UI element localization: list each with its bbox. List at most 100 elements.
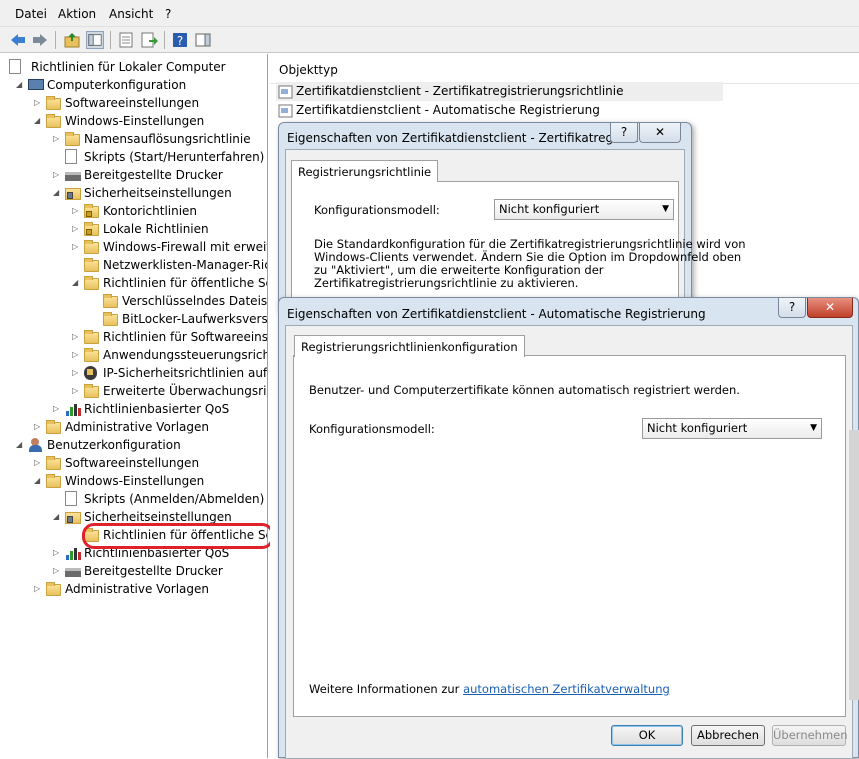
tree-item[interactable]: Skripts (Anmelden/Abmelden) xyxy=(0,490,267,508)
tree-item-label: Skripts (Start/Herunterfahren) xyxy=(84,150,265,164)
tree-item[interactable]: ◢ Windows-Einstellungen xyxy=(0,472,267,490)
folder-icon xyxy=(103,294,118,308)
show-tree-icon[interactable] xyxy=(86,31,104,49)
tree-item[interactable]: ▷ Windows-Firewall mit erweiter xyxy=(0,238,268,256)
collapsed-arrow-icon[interactable]: ▷ xyxy=(53,166,63,184)
printer-icon xyxy=(65,568,81,577)
action-pane-icon[interactable] xyxy=(194,31,212,49)
tree-item[interactable]: ◢ Windows-Einstellungen xyxy=(0,112,267,130)
forward-arrow-icon[interactable] xyxy=(31,31,49,49)
tree-item[interactable]: ▷ Administrative Vorlagen xyxy=(0,418,267,436)
collapsed-arrow-icon[interactable]: ▷ xyxy=(72,202,82,220)
tree-item[interactable]: ▷ IP-Sicherheitsrichtlinien auf Lc xyxy=(0,364,267,382)
tree-item-label: Windows-Einstellungen xyxy=(65,474,205,488)
tree-item-label: Anwendungssteuerungsrichtli xyxy=(103,348,268,362)
scrollbar[interactable] xyxy=(849,430,859,700)
collapsed-arrow-icon[interactable]: ▷ xyxy=(34,580,44,598)
tree-item[interactable]: ▷ Richtlinien für Softwareeinschi xyxy=(0,328,268,346)
tree-item-label: Netzwerklisten-Manager-Richt xyxy=(103,258,268,272)
help-icon[interactable]: ? xyxy=(171,31,189,49)
folder-icon xyxy=(46,456,61,470)
tree-item[interactable]: ▷ Bereitgestellte Drucker xyxy=(0,166,267,184)
qos-chart-icon xyxy=(65,402,81,416)
more-info-text: Weitere Informationen zur automatischen … xyxy=(309,682,670,696)
expanded-arrow-icon[interactable]: ◢ xyxy=(16,76,26,94)
menu-datei[interactable]: Datei xyxy=(15,7,47,21)
certificate-policy-icon xyxy=(278,85,293,99)
locked-folder-icon xyxy=(84,222,99,236)
tree-item-label: Richtlinien für Softwareeinschi xyxy=(103,330,268,344)
collapsed-arrow-icon[interactable]: ▷ xyxy=(34,454,44,472)
list-item[interactable]: Zertifikatdienstclient - Automatische Re… xyxy=(276,101,723,120)
expanded-arrow-icon[interactable]: ◢ xyxy=(72,274,82,292)
list-item[interactable]: Zertifikatdienstclient - Zertifikatregis… xyxy=(276,82,723,101)
menu-help[interactable]: ? xyxy=(165,7,171,21)
tab-registrierungsrichtlinie[interactable]: Registrierungsrichtlinie xyxy=(291,160,439,182)
dialog-auto-enrollment: Eigenschaften von Zertifikatdienstclient… xyxy=(278,297,859,759)
expanded-arrow-icon[interactable]: ◢ xyxy=(53,184,63,202)
expanded-arrow-icon[interactable]: ◢ xyxy=(16,436,26,454)
collapsed-arrow-icon[interactable]: ▷ xyxy=(53,400,63,418)
description-line: Windows-Clients verwendet. Ändern Sie di… xyxy=(314,250,742,264)
tree-item[interactable]: ▷ Bereitgestellte Drucker xyxy=(0,562,267,580)
cancel-button[interactable]: Abbrechen xyxy=(691,725,765,746)
tree-item[interactable]: Skripts (Start/Herunterfahren) xyxy=(0,148,267,166)
tree-item[interactable]: ▷ Richtlinienbasierter QoS xyxy=(0,400,267,418)
help-button[interactable]: ? xyxy=(610,123,638,143)
tree-item[interactable]: ▷ Lokale Richtlinien xyxy=(0,220,267,238)
ipsec-icon xyxy=(84,366,97,380)
tree-item[interactable]: ◢ Benutzerkonfiguration xyxy=(0,436,267,454)
tree-item-label: Skripts (Anmelden/Abmelden) xyxy=(84,492,265,506)
tree-item[interactable]: BitLocker-Laufwerksversch xyxy=(0,310,267,328)
tree-item[interactable]: ▷ Administrative Vorlagen xyxy=(0,580,267,598)
collapsed-arrow-icon[interactable]: ▷ xyxy=(72,346,82,364)
tree-item[interactable]: ◢ Sicherheitseinstellungen xyxy=(0,184,267,202)
collapsed-arrow-icon[interactable]: ▷ xyxy=(34,94,44,112)
collapsed-arrow-icon[interactable]: ▷ xyxy=(72,238,82,256)
tab-registrierungsrichtlinienkonfiguration[interactable]: Registrierungsrichtlinienkonfiguration xyxy=(294,335,525,357)
expanded-arrow-icon[interactable]: ◢ xyxy=(34,472,44,490)
up-folder-icon[interactable] xyxy=(63,31,81,49)
expanded-arrow-icon[interactable]: ◢ xyxy=(34,112,44,130)
export-list-icon[interactable] xyxy=(140,31,158,49)
back-arrow-icon[interactable] xyxy=(9,31,27,49)
tree-item-label: Richtlinien für Lokaler Computer xyxy=(31,60,226,74)
tree-item[interactable]: ◢ Richtlinien für öffentliche Schl xyxy=(0,274,267,292)
model-select[interactable]: Nicht konfiguriert ▼ xyxy=(642,418,822,439)
close-button[interactable]: ✕ xyxy=(639,123,681,143)
expanded-arrow-icon[interactable]: ◢ xyxy=(53,508,63,526)
close-button[interactable]: ✕ xyxy=(807,298,853,318)
tree-item[interactable]: ▷ Erweiterte Überwachungsricht xyxy=(0,382,267,400)
list-item-label: Zertifikatdienstclient - Automatische Re… xyxy=(296,103,600,117)
tree-item-label: Kontorichtlinien xyxy=(103,204,198,218)
collapsed-arrow-icon[interactable]: ▷ xyxy=(34,418,44,436)
menu-ansicht[interactable]: Ansicht xyxy=(109,7,153,21)
tree-item[interactable]: ▷ Anwendungssteuerungsrichtli xyxy=(0,346,268,364)
column-header-objekttyp[interactable]: Objekttyp xyxy=(270,54,859,84)
tree-item[interactable]: ▷ Namensauflösungsrichtlinie xyxy=(0,130,267,148)
collapsed-arrow-icon[interactable]: ▷ xyxy=(72,220,82,238)
tree-item[interactable]: Richtlinien für Lokaler Computer xyxy=(0,58,267,76)
tree-item[interactable]: ▷ Kontorichtlinien xyxy=(0,202,267,220)
tree-item[interactable]: ▷ Softwareeinstellungen xyxy=(0,94,267,112)
collapsed-arrow-icon[interactable]: ▷ xyxy=(72,364,82,382)
collapsed-arrow-icon[interactable]: ▷ xyxy=(53,130,63,148)
ok-button[interactable]: OK xyxy=(611,725,683,746)
collapsed-arrow-icon[interactable]: ▷ xyxy=(53,562,63,580)
tree-item[interactable]: Netzwerklisten-Manager-Richt xyxy=(0,256,268,274)
auto-cert-mgmt-link[interactable]: automatischen Zertifikatverwaltung xyxy=(463,682,670,696)
collapsed-arrow-icon[interactable]: ▷ xyxy=(53,544,63,562)
tree-item[interactable]: ▷ Softwareeinstellungen xyxy=(0,454,267,472)
menu-aktion[interactable]: Aktion xyxy=(58,7,96,21)
tree-item-label: Windows-Firewall mit erweiter xyxy=(103,240,268,254)
collapsed-arrow-icon[interactable]: ▷ xyxy=(72,328,82,346)
users-icon xyxy=(28,438,44,452)
collapsed-arrow-icon[interactable]: ▷ xyxy=(72,382,82,400)
model-select[interactable]: Nicht konfiguriert ▼ xyxy=(494,199,674,220)
properties-icon[interactable] xyxy=(117,31,135,49)
help-button[interactable]: ? xyxy=(778,298,806,318)
tree-item[interactable]: ◢ Computerkonfiguration xyxy=(0,76,267,94)
apply-button[interactable]: Übernehmen xyxy=(772,725,848,746)
tree-item[interactable]: Verschlüsselndes Dateisyst xyxy=(0,292,267,310)
folder-icon xyxy=(84,330,99,344)
